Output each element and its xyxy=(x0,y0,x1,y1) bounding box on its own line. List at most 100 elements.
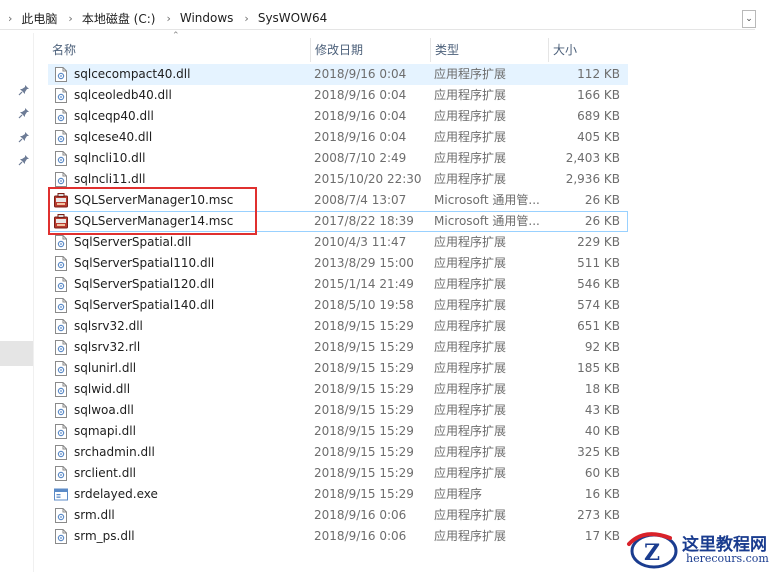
file-size: 17 KB xyxy=(584,529,620,543)
file-row[interactable]: SqlServerSpatial120.dll 2015/1/14 21:49 应用… xyxy=(48,274,628,295)
navigation-pane[interactable] xyxy=(0,33,33,572)
file-date: 2018/9/15 15:29 xyxy=(314,361,414,375)
dll-icon xyxy=(54,298,68,313)
file-size: 229 KB xyxy=(577,235,620,249)
chevron-right-icon[interactable]: › xyxy=(59,12,79,25)
column-header-size[interactable]: 大小 xyxy=(548,38,628,62)
file-type: Microsoft 通用管... xyxy=(434,214,540,228)
file-row[interactable]: sqlceqp40.dll 2018/9/16 0:04 应用程序扩展 689 KB xyxy=(48,106,628,127)
file-name[interactable]: sqlwoa.dll xyxy=(74,400,304,421)
dll-icon xyxy=(54,340,68,355)
file-date: 2018/9/16 0:04 xyxy=(314,67,407,81)
column-header-name[interactable]: 名称 xyxy=(48,38,310,62)
file-name[interactable]: srdelayed.exe xyxy=(74,484,304,505)
breadcrumb-item-this-pc[interactable]: 此电脑 xyxy=(19,10,59,27)
file-row[interactable]: srm.dll 2018/9/16 0:06 应用程序扩展 273 KB xyxy=(48,505,628,526)
file-name[interactable]: sqlsrv32.rll xyxy=(74,337,304,358)
file-name[interactable]: sqlwid.dll xyxy=(74,379,304,400)
file-name[interactable]: sqlncli11.dll xyxy=(74,169,304,190)
file-date: 2018/9/15 15:29 xyxy=(314,466,414,480)
file-name[interactable]: srclient.dll xyxy=(74,463,304,484)
file-size: 185 KB xyxy=(577,361,620,375)
file-row[interactable]: sqlcecompact40.dll 2018/9/16 0:04 应用程序扩展 11… xyxy=(48,64,628,85)
file-row[interactable]: SqlServerSpatial140.dll 2018/5/10 19:58 应用… xyxy=(48,295,628,316)
file-name[interactable]: sqlncli10.dll xyxy=(74,148,304,169)
address-dropdown-button[interactable]: ⌄ xyxy=(742,10,756,28)
file-row[interactable]: sqlsrv32.rll 2018/9/15 15:29 应用程序扩展 92 KB xyxy=(48,337,628,358)
file-row[interactable]: sqlwoa.dll 2018/9/15 15:29 应用程序扩展 43 KB xyxy=(48,400,628,421)
file-size: 2,403 KB xyxy=(565,151,620,165)
file-name[interactable]: srchadmin.dll xyxy=(74,442,304,463)
pin-icon[interactable] xyxy=(18,107,30,119)
file-date: 2008/7/4 13:07 xyxy=(314,193,407,207)
file-name[interactable]: sqlunirl.dll xyxy=(74,358,304,379)
file-name[interactable]: SqlServerSpatial140.dll xyxy=(74,295,304,316)
nav-selected-item[interactable] xyxy=(0,341,33,366)
breadcrumb-item-syswow64[interactable]: SysWOW64 xyxy=(256,11,329,25)
file-name[interactable]: sqlceoledb40.dll xyxy=(74,85,304,106)
file-type: 应用程序扩展 xyxy=(434,109,507,123)
file-size: 166 KB xyxy=(577,88,620,102)
file-row[interactable]: sqmapi.dll 2018/9/15 15:29 应用程序扩展 40 KB xyxy=(48,421,628,442)
file-name[interactable]: SQLServerManager14.msc xyxy=(74,211,304,232)
breadcrumb-item-local-disk[interactable]: 本地磁盘 (C:) xyxy=(80,10,158,27)
file-row[interactable]: SQLServerManager10.msc 2008/7/4 13:07 Micr… xyxy=(48,190,628,211)
file-name[interactable]: srm_ps.dll xyxy=(74,526,304,547)
file-row[interactable]: SQLServerManager14.msc 2017/8/22 18:39 Mic… xyxy=(48,211,628,232)
file-row[interactable]: sqlncli10.dll 2008/7/10 2:49 应用程序扩展 2,403 K… xyxy=(48,148,628,169)
breadcrumb-item-windows[interactable]: Windows xyxy=(178,11,236,25)
file-size: 651 KB xyxy=(577,319,620,333)
file-row[interactable]: SqlServerSpatial.dll 2010/4/3 11:47 应用程序扩展… xyxy=(48,232,628,253)
file-size: 43 KB xyxy=(584,403,620,417)
file-row[interactable]: sqlwid.dll 2018/9/15 15:29 应用程序扩展 18 KB xyxy=(48,379,628,400)
file-type: 应用程序扩展 xyxy=(434,256,507,270)
file-row[interactable]: srm_ps.dll 2018/9/16 0:06 应用程序扩展 17 KB xyxy=(48,526,628,547)
file-date: 2018/9/16 0:04 xyxy=(314,109,407,123)
pin-icon[interactable] xyxy=(18,131,30,143)
file-row[interactable]: srdelayed.exe 2018/9/15 15:29 应用程序 16 KB xyxy=(48,484,628,505)
file-date: 2018/9/15 15:29 xyxy=(314,445,414,459)
file-name[interactable]: sqlcese40.dll xyxy=(74,127,304,148)
chevron-right-icon[interactable]: › xyxy=(157,12,177,25)
file-date: 2015/1/14 21:49 xyxy=(314,277,414,291)
file-type: 应用程序扩展 xyxy=(434,172,507,186)
address-bar[interactable]: › 此电脑 › 本地磁盘 (C:) › Windows › SysWOW64 xyxy=(0,7,755,30)
file-row[interactable]: sqlsrv32.dll 2018/9/15 15:29 应用程序扩展 651 KB xyxy=(48,316,628,337)
file-name[interactable]: sqlcecompact40.dll xyxy=(74,64,304,85)
file-size: 26 KB xyxy=(584,214,620,228)
breadcrumb-root-chevron-icon[interactable]: › xyxy=(0,12,19,25)
file-name[interactable]: SqlServerSpatial110.dll xyxy=(74,253,304,274)
dll-icon xyxy=(54,277,68,292)
file-size: 2,936 KB xyxy=(565,172,620,186)
file-name[interactable]: SQLServerManager10.msc xyxy=(74,190,304,211)
file-type: 应用程序扩展 xyxy=(434,403,507,417)
file-name[interactable]: sqlceqp40.dll xyxy=(74,106,304,127)
column-header-date[interactable]: 修改日期 xyxy=(310,38,430,62)
file-row[interactable]: sqlcese40.dll 2018/9/16 0:04 应用程序扩展 405 KB xyxy=(48,127,628,148)
file-name[interactable]: SqlServerSpatial.dll xyxy=(74,232,304,253)
file-row[interactable]: srclient.dll 2018/9/15 15:29 应用程序扩展 60 KB xyxy=(48,463,628,484)
file-row[interactable]: SqlServerSpatial110.dll 2013/8/29 15:00 应用… xyxy=(48,253,628,274)
file-row[interactable]: sqlncli11.dll 2015/10/20 22:30 应用程序扩展 2,936… xyxy=(48,169,628,190)
chevron-right-icon[interactable]: › xyxy=(235,12,255,25)
svg-text:Z: Z xyxy=(644,540,660,566)
dll-icon xyxy=(54,319,68,334)
file-name[interactable]: srm.dll xyxy=(74,505,304,526)
pin-icon[interactable] xyxy=(18,84,30,96)
file-date: 2018/5/10 19:58 xyxy=(314,298,414,312)
dll-icon xyxy=(54,466,68,481)
file-type: 应用程序扩展 xyxy=(434,445,507,459)
file-row[interactable]: srchadmin.dll 2018/9/15 15:29 应用程序扩展 325 KB xyxy=(48,442,628,463)
file-name[interactable]: SqlServerSpatial120.dll xyxy=(74,274,304,295)
chevron-down-icon: ⌄ xyxy=(745,14,753,24)
file-type: 应用程序扩展 xyxy=(434,151,507,165)
pin-icon[interactable] xyxy=(18,154,30,166)
file-size: 325 KB xyxy=(577,445,620,459)
file-name[interactable]: sqmapi.dll xyxy=(74,421,304,442)
file-row[interactable]: sqlunirl.dll 2018/9/15 15:29 应用程序扩展 185 KB xyxy=(48,358,628,379)
dll-icon xyxy=(54,256,68,271)
column-header-type[interactable]: 类型 xyxy=(430,38,548,62)
file-name[interactable]: sqlsrv32.dll xyxy=(74,316,304,337)
file-row[interactable]: sqlceoledb40.dll 2018/9/16 0:04 应用程序扩展 166 … xyxy=(48,85,628,106)
file-size: 92 KB xyxy=(584,340,620,354)
